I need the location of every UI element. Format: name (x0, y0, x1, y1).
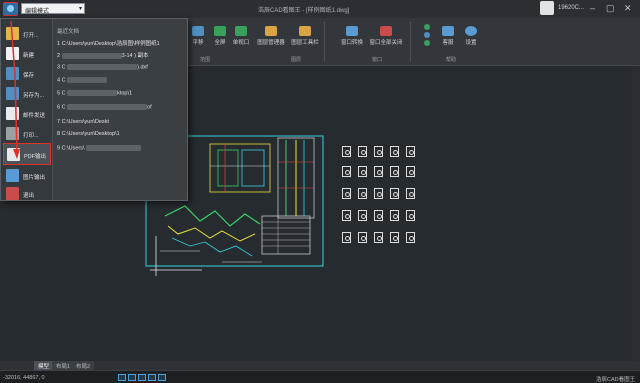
symbol-item (406, 146, 415, 157)
symbol-item (374, 188, 383, 199)
symbol-item (390, 166, 399, 177)
section-range: 范围 (200, 57, 211, 63)
customer-service-icon (442, 26, 454, 36)
single-viewport-button[interactable]: 单视口 (229, 26, 253, 46)
symbol-item (406, 210, 415, 221)
minimize-icon[interactable]: – (590, 3, 595, 13)
symbol-item (342, 166, 351, 177)
symbol-item (342, 146, 351, 157)
ribbon-divider (324, 22, 325, 62)
recent-doc-8[interactable]: 8 C:\Users\yun\Desktop\1 (57, 131, 120, 137)
tab-layout2[interactable]: 布局2 (72, 361, 95, 370)
symbol-item (374, 166, 383, 177)
recent-doc-7[interactable]: 7 C:\Users\yun\Deskt (57, 119, 109, 125)
exit-icon (6, 187, 19, 200)
symbol-item (358, 188, 367, 199)
recent-doc-4[interactable]: 4 C (57, 77, 108, 83)
coordinates-readout: -32016, 44867, 0 (3, 375, 45, 381)
section-help: 帮助 (446, 57, 457, 63)
grid-icon[interactable] (128, 374, 136, 381)
vertical-scrollbar[interactable] (632, 66, 640, 361)
recent-doc-6[interactable]: 6 C of (57, 104, 152, 110)
symbol-item (358, 166, 367, 177)
gear-icon (465, 26, 477, 36)
title-bar: 编辑模式 ▾ 浩辰CAD看图王 - [样例图纸1.dwg] 19620C... … (0, 0, 640, 18)
image-icon (6, 169, 19, 182)
mode-label: 编辑模式 (25, 9, 50, 15)
layout-tabs: 模型 布局1 布局2 (0, 361, 640, 370)
symbol-item (342, 210, 351, 221)
help-mini-icons (424, 24, 432, 50)
symbol-item (406, 166, 415, 177)
pan-button[interactable]: 平移 (186, 26, 210, 46)
osnap-icon[interactable] (158, 374, 166, 381)
close-windows-icon (380, 26, 392, 36)
snap-icon[interactable] (118, 374, 126, 381)
window-switch-icon (346, 26, 358, 36)
symbol-item (374, 146, 383, 157)
symbol-item (374, 232, 383, 243)
maximize-icon[interactable]: ▢ (606, 3, 615, 13)
customer-service-button[interactable]: 客服 (436, 26, 460, 46)
app-menu-button[interactable] (3, 2, 18, 16)
symbol-legend (340, 146, 420, 256)
app-logo-icon (7, 5, 14, 12)
recent-doc-2[interactable]: 2 3-14 ) 副本 (57, 51, 149, 59)
file-menu: 打开... 新建 保存 另存为... 邮件发送 打印... PDF输出 图片输出… (0, 18, 188, 201)
symbol-item (358, 232, 367, 243)
symbol-item (390, 188, 399, 199)
pan-icon (192, 26, 204, 36)
update-icon[interactable] (424, 40, 430, 46)
symbol-item (342, 188, 351, 199)
user-name[interactable]: 19620C... (558, 5, 584, 11)
close-icon[interactable]: ✕ (624, 3, 632, 13)
help-icon[interactable] (424, 24, 430, 30)
viewport-icon (235, 26, 247, 36)
recent-doc-9[interactable]: 9 C:\Users\ (57, 145, 142, 151)
layer-toolbar-icon (299, 26, 311, 36)
symbol-item (406, 188, 415, 199)
window-title: 浩辰CAD看图王 - [样例图纸1.dwg] (258, 8, 350, 14)
symbol-item (374, 210, 383, 221)
ortho-icon[interactable] (138, 374, 146, 381)
layer-manager-button[interactable]: 图层管理器 (256, 26, 286, 46)
chevron-down-icon: ▾ (78, 6, 82, 12)
symbol-item (406, 232, 415, 243)
symbol-item (390, 232, 399, 243)
section-layer: 图层 (291, 57, 302, 63)
symbol-item (358, 146, 367, 157)
recent-doc-1[interactable]: 1 C:\Users\yun\Desktop\浩辰图\样例图纸1 (57, 39, 160, 47)
symbol-item (390, 146, 399, 157)
polar-icon[interactable] (148, 374, 156, 381)
layers-icon (265, 26, 277, 36)
recent-docs-header: 最近文档 (57, 29, 80, 35)
ribbon-divider (410, 22, 411, 62)
fullscreen-icon (214, 26, 226, 36)
recent-doc-3[interactable]: 3 C ).dxf (57, 64, 148, 70)
section-window: 窗口 (372, 57, 383, 63)
window-switch-button[interactable]: 窗口转换 (338, 26, 366, 46)
symbol-item (342, 232, 351, 243)
tab-model[interactable]: 模型 (34, 361, 54, 370)
mode-select[interactable]: 编辑模式 ▾ (21, 3, 85, 15)
brand-label: 浩辰CAD看图王 (596, 377, 636, 383)
annotation-arrow (10, 20, 20, 159)
status-bar: -32016, 44867, 0 浩辰CAD看图王 (0, 370, 640, 383)
layer-toolbar-button[interactable]: 图层工具栏 (290, 26, 320, 46)
symbol-item (358, 210, 367, 221)
close-all-windows-button[interactable]: 窗口全部关闭 (368, 26, 404, 46)
symbol-item (390, 210, 399, 221)
tab-layout1[interactable]: 布局1 (52, 361, 75, 370)
info-icon[interactable] (424, 32, 430, 38)
user-avatar[interactable] (540, 1, 554, 15)
settings-button[interactable]: 设置 (459, 26, 483, 46)
recent-doc-5[interactable]: 5 C ktop\1 (57, 90, 132, 96)
menu-exit[interactable]: 退出 (3, 183, 51, 205)
